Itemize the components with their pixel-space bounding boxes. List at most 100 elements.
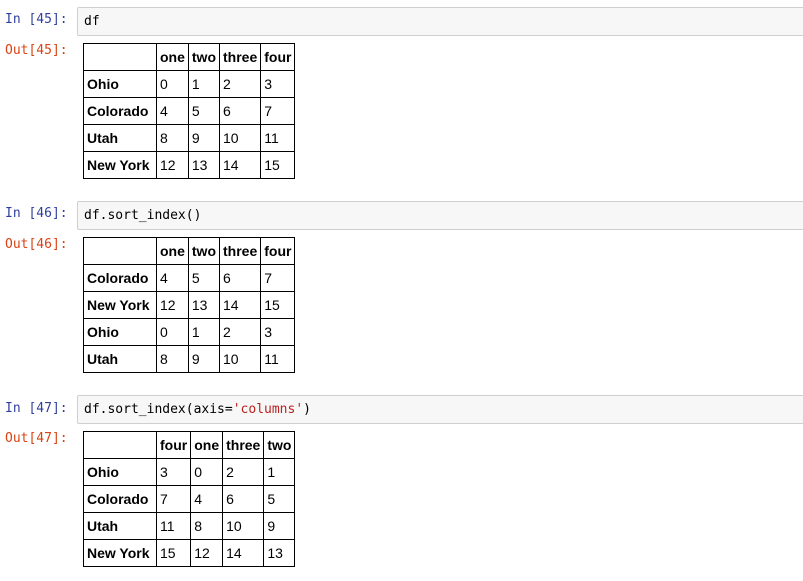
table-cell: 14 [218,151,262,179]
table-cell: 1 [187,318,221,346]
table-cell: 15 [155,539,192,567]
index-header [83,237,157,265]
table-row: Ohio 0 1 2 3 [83,70,296,98]
table-cell: 3 [260,318,296,346]
table-cell: 14 [222,539,265,567]
table-cell: 8 [190,512,224,540]
dataframe-table: four one three two Ohio 3 0 2 1 Colorado… [83,431,296,567]
table-cell: 5 [187,97,221,125]
table-header-row: one two three four [83,43,296,71]
table-cell: 8 [156,124,189,152]
table-cell: 0 [156,318,189,346]
output-prompt: Out[47]: [5,431,68,446]
table-cell: 8 [156,345,189,373]
table-row: New York 15 12 14 13 [83,539,296,567]
table-cell: 13 [263,539,296,567]
table-row: Colorado 4 5 6 7 [83,264,296,292]
column-header: two [187,43,221,71]
table-cell: 7 [260,264,296,292]
input-prompt: In [47]: [5,401,68,416]
row-index: Ohio [83,318,157,346]
row-index: New York [83,291,157,319]
output-prompt: Out[45]: [5,43,68,58]
table-row: Colorado 4 5 6 7 [83,97,296,125]
table-cell: 9 [263,512,296,540]
table-cell: 15 [260,151,296,179]
table-cell: 10 [218,124,262,152]
table-cell: 2 [218,70,262,98]
table-row: New York 12 13 14 15 [83,151,296,179]
table-cell: 7 [260,97,296,125]
table-cell: 9 [187,124,221,152]
column-header: three [218,43,262,71]
row-index: Colorado [83,97,157,125]
table-row: New York 12 13 14 15 [83,291,296,319]
input-prompt: In [46]: [5,206,68,221]
table-cell: 5 [263,485,296,513]
table-cell: 11 [260,124,296,152]
table-cell: 13 [187,151,221,179]
column-header: four [260,43,296,71]
table-cell: 6 [222,485,265,513]
column-header: two [187,237,221,265]
column-header: four [155,431,192,459]
row-index: Colorado [83,264,157,292]
table-cell: 5 [187,264,221,292]
row-index: New York [83,539,157,567]
table-cell: 10 [222,512,265,540]
code-text: df [84,14,100,29]
table-cell: 0 [190,458,224,486]
code-input[interactable]: df [77,7,803,36]
row-index: Utah [83,512,157,540]
row-index: Colorado [83,485,157,513]
table-cell: 9 [187,345,221,373]
table-cell: 1 [187,70,221,98]
code-text: df.sort_index() [84,208,202,223]
table-cell: 10 [218,345,262,373]
table-header-row: one two three four [83,237,296,265]
code-text: df.sort_index(axis= [84,402,233,417]
index-header [83,431,157,459]
table-cell: 1 [263,458,296,486]
table-cell: 2 [218,318,262,346]
table-cell: 12 [156,151,189,179]
table-cell: 12 [156,291,189,319]
table-row: Ohio 3 0 2 1 [83,458,296,486]
table-cell: 11 [155,512,192,540]
table-row: Utah 8 9 10 11 [83,124,296,152]
table-cell: 3 [155,458,192,486]
column-header: one [156,237,189,265]
table-cell: 4 [156,264,189,292]
column-header: two [263,431,296,459]
table-cell: 4 [190,485,224,513]
input-prompt: In [45]: [5,12,68,27]
code-input[interactable]: df.sort_index() [77,201,803,230]
table-cell: 3 [260,70,296,98]
table-cell: 2 [222,458,265,486]
table-cell: 15 [260,291,296,319]
row-index: Ohio [83,458,157,486]
table-row: Utah 11 8 10 9 [83,512,296,540]
table-row: Utah 8 9 10 11 [83,345,296,373]
table-cell: 11 [260,345,296,373]
column-header: one [156,43,189,71]
column-header: three [222,431,265,459]
column-header: four [260,237,296,265]
output-prompt: Out[46]: [5,237,68,252]
table-cell: 12 [190,539,224,567]
table-cell: 0 [156,70,189,98]
row-index: Utah [83,345,157,373]
table-row: Ohio 0 1 2 3 [83,318,296,346]
table-header-row: four one three two [83,431,296,459]
code-string: 'columns' [232,402,304,417]
dataframe-table: one two three four Colorado 4 5 6 7 New … [83,237,296,373]
table-cell: 6 [218,97,262,125]
table-cell: 14 [218,291,262,319]
row-index: Ohio [83,70,157,98]
column-header: three [218,237,262,265]
table-cell: 7 [155,485,192,513]
code-input[interactable]: df.sort_index(axis='columns') [77,395,803,424]
table-row: Colorado 7 4 6 5 [83,485,296,513]
column-header: one [190,431,224,459]
code-text-end: ) [303,402,311,417]
